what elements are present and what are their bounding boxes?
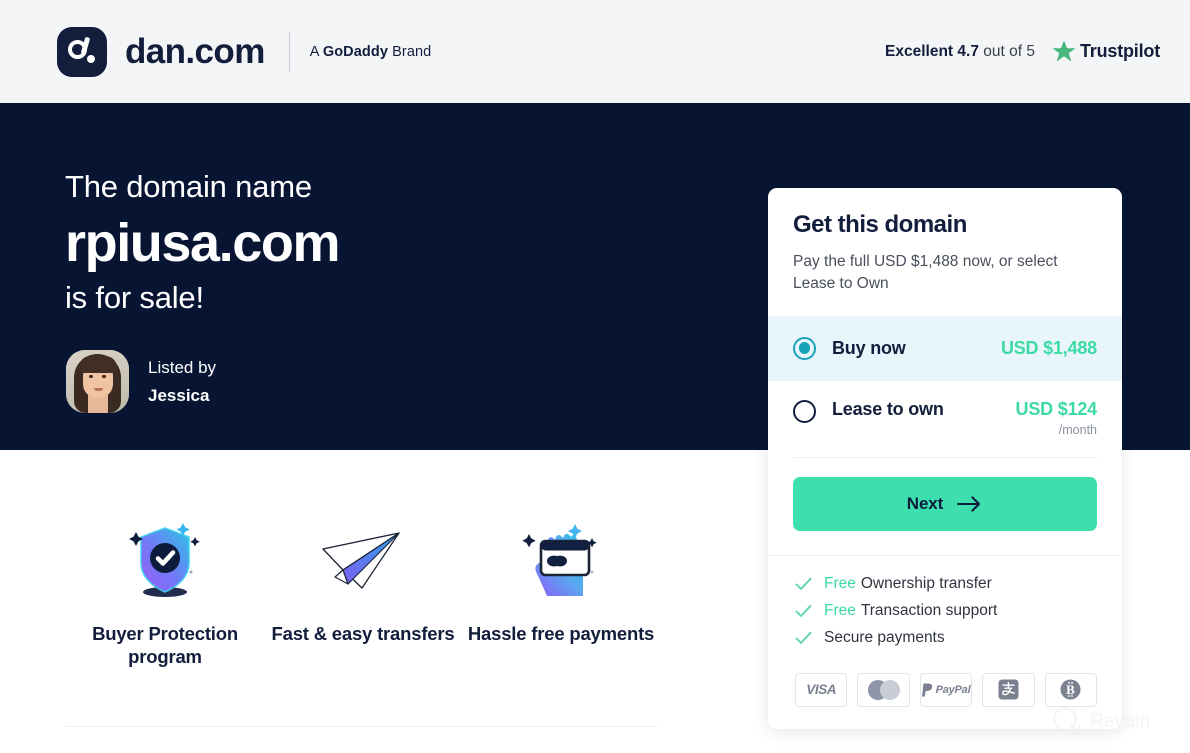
tagline-suffix: Brand: [387, 43, 432, 60]
feature-label: Fast & easy transfers: [271, 623, 455, 644]
benefit-highlight: Free: [824, 574, 856, 592]
rating-label: Excellent: [885, 42, 954, 60]
trustpilot-name: Trustpilot: [1080, 41, 1160, 61]
dan-logo-icon: [57, 26, 107, 77]
rating-value: 4.7: [957, 42, 979, 60]
seller-name: Jessica: [148, 385, 210, 405]
bitcoin-glyph: B: [1060, 679, 1081, 700]
next-button-label: Next: [906, 493, 944, 513]
listed-by-label: Listed by: [148, 357, 217, 377]
benefit-highlight: Free: [824, 601, 856, 619]
visa-label: VISA: [806, 682, 837, 698]
paypal-glyph: [921, 683, 932, 697]
bitcoin-icon: B: [1044, 672, 1098, 707]
paper-plane-icon: [264, 520, 462, 600]
benefit-item: Free Ownership transfer: [795, 575, 1097, 593]
shield-check-icon: [66, 520, 264, 600]
site-header: dan.com A GoDaddy Brand Excellent 4.7 ou…: [0, 0, 1190, 103]
brand-lockup[interactable]: dan.com: [57, 26, 265, 77]
hero-domain-name: rpiusa.com: [65, 212, 340, 273]
hero-line-3: is for sale!: [65, 280, 204, 316]
option-lease-to-own[interactable]: Lease to own USD $124 /month: [768, 381, 1122, 453]
feature-hassle-free-payments: Hassle free payments: [462, 520, 660, 668]
hero-line-1: The domain name: [65, 169, 312, 204]
benefit-text: Transaction support: [860, 601, 998, 619]
radio-buy-now[interactable]: [793, 336, 816, 360]
logo-wordmark: dan.com: [125, 32, 265, 71]
check-icon: [795, 577, 812, 590]
revain-watermark-text: Revain: [1090, 711, 1151, 732]
tagline-prefix: A: [309, 43, 323, 60]
radio-lease-to-own[interactable]: [793, 399, 816, 423]
option-price: USD $124: [1015, 398, 1098, 419]
option-label: Buy now: [832, 337, 906, 358]
hand-credit-card-icon: [462, 520, 660, 600]
rating-out-of: out of 5: [983, 42, 1035, 60]
next-button[interactable]: Next: [793, 476, 1097, 531]
feature-label: Buyer Protection program: [92, 623, 238, 668]
hero-heading: The domain name rpiusa.com is for sale!: [65, 169, 340, 316]
seller-info: Listed by Jessica: [148, 356, 216, 408]
offer-card: Get this domain Pay the full USD $1,488 …: [768, 188, 1122, 729]
option-label: Lease to own: [832, 398, 944, 419]
feature-buyer-protection: Buyer Protection program: [66, 520, 264, 668]
option-buy-now[interactable]: Buy now USD $1,488: [768, 315, 1122, 381]
trustpilot-rating[interactable]: Excellent 4.7 out of 5 Trustpilot: [885, 40, 1160, 63]
option-price-wrap: USD $1,488: [1001, 338, 1097, 359]
svg-text:B: B: [1066, 683, 1075, 698]
trustpilot-star-icon: [1052, 40, 1076, 62]
domain-sale-page: dan.com A GoDaddy Brand Excellent 4.7 ou…: [0, 0, 1190, 753]
arrow-right-icon: [957, 496, 981, 512]
trustpilot-rating-text: Excellent 4.7 out of 5: [885, 43, 1035, 61]
listed-by-block: Listed by Jessica: [66, 350, 216, 413]
section-divider: [66, 726, 658, 727]
godaddy-brand-tagline: A GoDaddy Brand: [310, 44, 432, 60]
paypal-label: PayPal: [935, 683, 971, 696]
check-icon: [795, 631, 812, 644]
mastercard-icon: [857, 672, 910, 707]
revain-logo-icon: [1053, 707, 1080, 735]
benefit-item: Free Transaction support: [795, 602, 1097, 620]
feature-list: Buyer Protection program Fast & easy tra…: [66, 520, 660, 668]
check-icon: [795, 604, 812, 617]
visa-icon: VISA: [795, 672, 848, 707]
benefits-list: Free Ownership transfer Free Transaction…: [768, 556, 1122, 662]
trustpilot-logo: Trustpilot: [1052, 40, 1160, 63]
option-price: USD $1,488: [1000, 337, 1097, 358]
benefit-text: Secure payments: [824, 628, 945, 646]
alipay-icon: [982, 672, 1035, 707]
paypal-icon: PayPal: [919, 672, 973, 707]
revain-watermark: Revain: [1049, 706, 1150, 738]
feature-label: Hassle free payments: [467, 623, 655, 644]
alipay-glyph: [998, 679, 1019, 700]
option-price-period: /month: [1058, 422, 1097, 437]
tagline-godaddy: GoDaddy: [322, 43, 388, 60]
offer-card-title: Get this domain: [793, 211, 967, 238]
offer-card-subtitle: Pay the full USD $1,488 now, or select L…: [793, 253, 1058, 292]
offer-card-header: Get this domain Pay the full USD $1,488 …: [768, 188, 1122, 316]
brand-divider: [288, 31, 290, 72]
option-price-wrap: USD $124 /month: [1015, 398, 1098, 437]
benefit-text: Ownership transfer: [860, 574, 992, 592]
benefit-item: Secure payments: [795, 629, 1097, 647]
next-button-wrap: Next: [768, 458, 1122, 555]
seller-avatar: [66, 350, 129, 413]
feature-fast-transfers: Fast & easy transfers: [264, 520, 462, 668]
